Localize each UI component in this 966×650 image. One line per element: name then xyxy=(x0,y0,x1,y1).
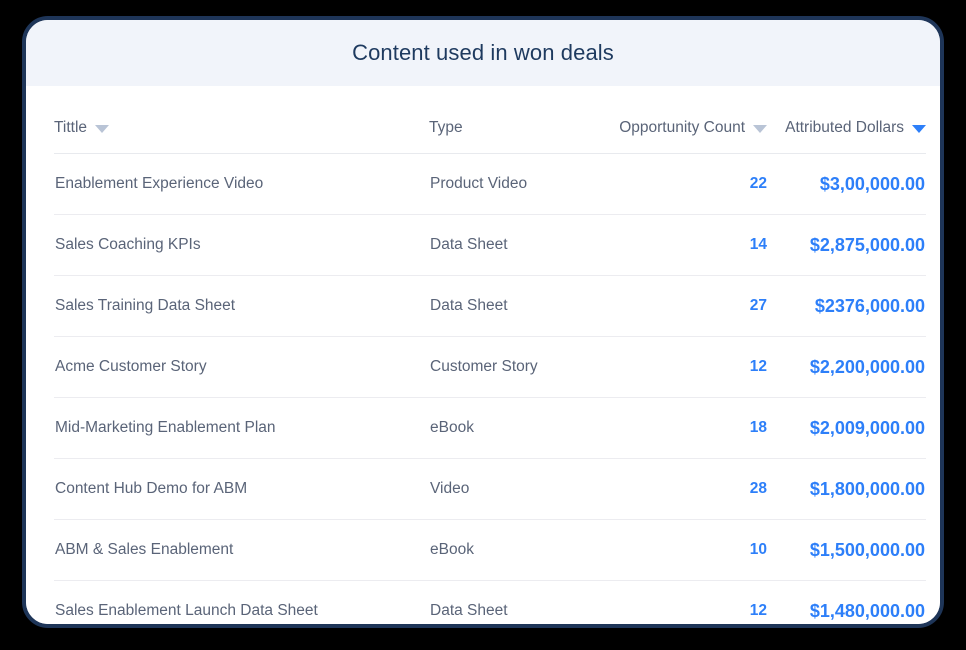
table-container: Tittle Type Opportunity Count Attributed… xyxy=(26,86,940,625)
table-body: Enablement Experience Video Product Vide… xyxy=(54,153,926,625)
cell-type: Data Sheet xyxy=(429,275,597,337)
table-row[interactable]: Sales Coaching KPIs Data Sheet 14 $2,875… xyxy=(54,214,926,276)
screen-root: Content used in won deals Tittle Type Op… xyxy=(0,0,966,650)
cell-type: Data Sheet xyxy=(429,214,597,276)
table-row[interactable]: Acme Customer Story Customer Story 12 $2… xyxy=(54,336,926,398)
cell-title: Enablement Experience Video xyxy=(54,153,429,215)
cell-opportunity-count: 12 xyxy=(597,336,773,398)
cell-opportunity-count: 27 xyxy=(597,275,773,337)
table-row[interactable]: Sales Training Data Sheet Data Sheet 27 … xyxy=(54,275,926,337)
cell-type: eBook xyxy=(429,519,597,581)
cell-title: ABM & Sales Enablement xyxy=(54,519,429,581)
column-header-attributed-dollars-label: Attributed Dollars xyxy=(785,119,904,136)
cell-opportunity-count: 10 xyxy=(597,519,773,581)
table-head: Tittle Type Opportunity Count Attributed… xyxy=(54,86,926,154)
column-header-attributed-dollars[interactable]: Attributed Dollars xyxy=(773,86,926,154)
sort-caret-attributed-dollars-icon[interactable] xyxy=(912,125,926,133)
cell-opportunity-count: 28 xyxy=(597,458,773,520)
cell-opportunity-count: 14 xyxy=(597,214,773,276)
cell-type: Customer Story xyxy=(429,336,597,398)
table-row[interactable]: Mid-Marketing Enablement Plan eBook 18 $… xyxy=(54,397,926,459)
cell-opportunity-count: 12 xyxy=(749,602,767,619)
content-table: Tittle Type Opportunity Count Attributed… xyxy=(54,86,926,625)
column-header-opportunity-count[interactable]: Opportunity Count xyxy=(597,86,773,154)
table-header-row: Tittle Type Opportunity Count Attributed… xyxy=(54,86,926,154)
card-header: Content used in won deals xyxy=(26,20,940,86)
sort-caret-opportunity-count-icon[interactable] xyxy=(753,125,767,133)
report-card: Content used in won deals Tittle Type Op… xyxy=(22,16,944,628)
table-row[interactable]: ABM & Sales Enablement eBook 10 $1,500,0… xyxy=(54,519,926,581)
cell-attributed-dollars: $2,200,000.00 xyxy=(773,336,926,398)
table-row[interactable]: Enablement Experience Video Product Vide… xyxy=(54,153,926,215)
page-title: Content used in won deals xyxy=(352,40,614,65)
cell-attributed-dollars: $3,00,000.00 xyxy=(773,153,926,215)
cell-opportunity-count: 22 xyxy=(597,153,773,215)
cell-type: Product Video xyxy=(429,153,597,215)
cell-title: Acme Customer Story xyxy=(54,336,429,398)
cell-attributed-dollars: $1,500,000.00 xyxy=(773,519,926,581)
column-header-type[interactable]: Type xyxy=(429,86,597,154)
cell-type: Data Sheet xyxy=(430,602,508,619)
cell-attributed-dollars: $2,009,000.00 xyxy=(773,397,926,459)
cell-attributed-dollars: $1,800,000.00 xyxy=(773,458,926,520)
column-header-type-label: Type xyxy=(429,119,463,136)
cell-attributed-dollars: $2,875,000.00 xyxy=(773,214,926,276)
cell-opportunity-count: 18 xyxy=(597,397,773,459)
cell-title: Sales Enablement Launch Data Sheet xyxy=(55,602,318,619)
column-header-opportunity-count-label: Opportunity Count xyxy=(619,119,745,136)
cell-title: Content Hub Demo for ABM xyxy=(54,458,429,520)
table-row[interactable]: Content Hub Demo for ABM Video 28 $1,800… xyxy=(54,458,926,520)
cell-title: Sales Coaching KPIs xyxy=(54,214,429,276)
cell-type: Video xyxy=(429,458,597,520)
cell-attributed-dollars: $1,480,000.00 xyxy=(809,600,925,621)
table-row[interactable]: Sales Enablement Launch Data Sheet Data … xyxy=(54,581,926,625)
cell-type: eBook xyxy=(429,397,597,459)
cell-title: Mid-Marketing Enablement Plan xyxy=(54,397,429,459)
cell-title: Sales Training Data Sheet xyxy=(54,275,429,337)
sort-caret-title-icon[interactable] xyxy=(95,125,110,133)
column-header-title-label: Tittle xyxy=(54,119,88,136)
cell-attributed-dollars: $2376,000.00 xyxy=(773,275,926,337)
column-header-title[interactable]: Tittle xyxy=(54,86,429,154)
